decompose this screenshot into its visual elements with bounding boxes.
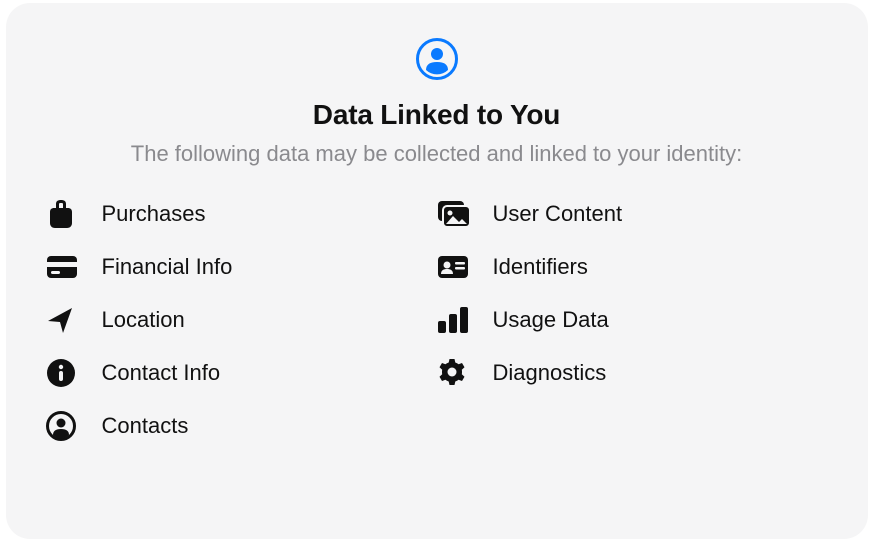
person-circle-icon <box>415 37 459 81</box>
card-title: Data Linked to You <box>313 99 560 131</box>
item-diagnostics: Diagnostics <box>437 358 828 388</box>
card-subtitle: The following data may be collected and … <box>131 141 742 167</box>
item-label: Usage Data <box>493 307 609 333</box>
item-label: Financial Info <box>102 254 233 280</box>
location-arrow-icon <box>46 305 84 335</box>
item-label: Contacts <box>102 413 189 439</box>
item-label: Location <box>102 307 185 333</box>
user-content-icon <box>437 199 475 229</box>
item-label: Purchases <box>102 201 206 227</box>
item-contacts: Contacts <box>46 411 437 441</box>
item-financial-info: Financial Info <box>46 252 437 282</box>
item-usage-data: Usage Data <box>437 305 828 335</box>
item-label: Diagnostics <box>493 360 607 386</box>
contact-circle-icon <box>46 411 84 441</box>
item-contact-info: Contact Info <box>46 358 437 388</box>
info-circle-icon <box>46 358 84 388</box>
item-location: Location <box>46 305 437 335</box>
item-purchases: Purchases <box>46 199 437 229</box>
data-items-grid: Purchases User Content <box>46 199 828 441</box>
id-card-icon <box>437 252 475 282</box>
credit-card-icon <box>46 252 84 282</box>
gear-icon <box>437 358 475 388</box>
privacy-card: Data Linked to You The following data ma… <box>6 3 868 539</box>
bar-chart-icon <box>437 305 475 335</box>
item-label: Contact Info <box>102 360 221 386</box>
item-identifiers: Identifiers <box>437 252 828 282</box>
item-user-content: User Content <box>437 199 828 229</box>
item-label: User Content <box>493 201 623 227</box>
shopping-bag-icon <box>46 199 84 229</box>
item-label: Identifiers <box>493 254 588 280</box>
